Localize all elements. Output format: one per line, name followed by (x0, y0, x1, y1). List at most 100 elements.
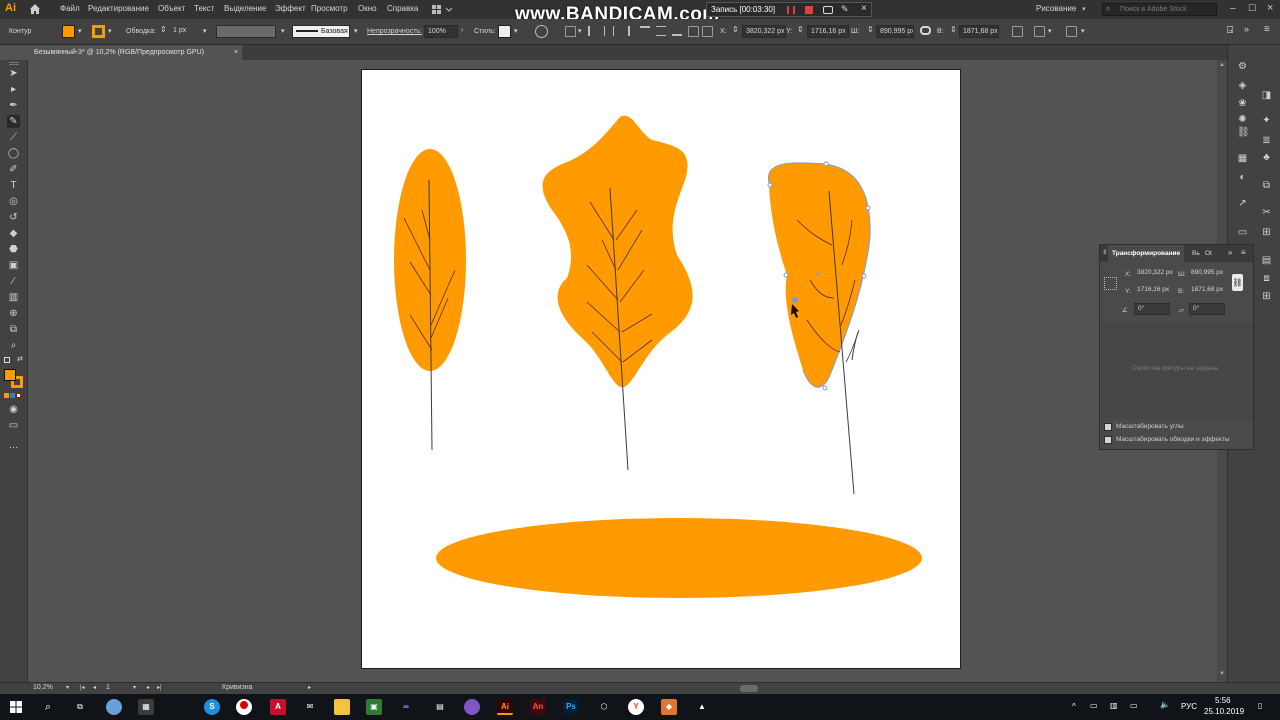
artboards-icon[interactable]: ⧉ (1261, 180, 1272, 191)
align-top-icon[interactable] (640, 26, 650, 36)
stepper-icon[interactable]: ⇕ (732, 25, 739, 34)
last-artboard-icon[interactable]: ▸| (157, 684, 162, 691)
panel-y-field[interactable]: 1716,16 px (1134, 285, 1174, 297)
align-to-icon[interactable] (565, 26, 576, 37)
first-artboard-icon[interactable]: |◂ (80, 684, 85, 691)
stroke-swatch[interactable] (92, 25, 105, 38)
rotate-angle-field[interactable]: 0° (1134, 303, 1170, 315)
constrain-proportions-icon[interactable] (920, 26, 931, 35)
scale-corners-checkbox[interactable] (1104, 423, 1112, 431)
x-position-field[interactable]: 3820,322 px (742, 25, 786, 38)
anchor-point[interactable] (823, 161, 829, 167)
chevron-down-icon[interactable]: ▾ (514, 27, 518, 35)
direct-selection-tool-icon[interactable]: ▸ (7, 83, 20, 96)
anchor-point[interactable] (767, 182, 773, 188)
image-trace-icon[interactable]: ✂ (1261, 207, 1272, 218)
transform-panel-icon[interactable]: ⊞ (1261, 291, 1272, 302)
tray-chevron-icon[interactable]: ^ (1072, 702, 1076, 711)
align-left-icon[interactable] (588, 26, 598, 36)
yandex-browser-icon[interactable]: Y (628, 699, 644, 715)
illustrator-taskbar-icon[interactable]: Ai (497, 699, 513, 715)
panel-h-field[interactable]: 1871,68 px (1188, 285, 1228, 297)
draw-mode-icon[interactable]: ◉ (7, 403, 20, 416)
transparency-icon[interactable]: ◐ (1237, 172, 1248, 183)
align-center-v-icon[interactable] (656, 26, 666, 36)
artboard[interactable] (361, 69, 961, 669)
chevron-right-icon[interactable]: › (461, 27, 463, 34)
stepper-icon[interactable]: ⇕ (867, 25, 874, 34)
rotate-tool-icon[interactable]: ↺ (7, 211, 20, 224)
gradient-mode-icon[interactable] (10, 393, 15, 398)
tray-volume-icon[interactable]: 🔈 (1160, 700, 1170, 709)
close-window-icon[interactable]: × (1267, 2, 1273, 14)
eraser-tool-icon[interactable]: ◆ (7, 227, 20, 240)
menu-object[interactable]: Объект (158, 4, 185, 13)
anchor-point[interactable] (865, 205, 871, 211)
minimize-icon[interactable]: – (1230, 3, 1236, 14)
tray-battery-icon[interactable]: ▭ (1090, 701, 1098, 710)
opacity-label[interactable]: Непрозрачность: (367, 28, 422, 35)
chevron-right-icon[interactable]: ▸ (308, 684, 311, 691)
close-tab-icon[interactable]: × (234, 45, 238, 60)
menu-file[interactable]: Файл (60, 4, 80, 13)
anchor-point[interactable] (783, 272, 789, 278)
animate-icon[interactable]: An (530, 699, 546, 715)
align-panel-icon[interactable]: ▤ (1261, 255, 1272, 266)
shape-builder-tool-icon[interactable]: ⊕ (7, 307, 20, 320)
scale-strokes-checkbox[interactable] (1104, 436, 1112, 444)
artboard-number[interactable]: 1 (106, 684, 110, 691)
arrange-icon[interactable] (1066, 26, 1077, 37)
isolate-icon[interactable] (1034, 26, 1045, 37)
gradient-icon[interactable]: ▦ (1237, 153, 1248, 164)
mail-icon[interactable]: ✉ (302, 699, 318, 715)
menu-effect[interactable]: Эффект (275, 4, 306, 13)
asset-export-icon[interactable]: ▭ (1237, 227, 1248, 238)
clock-time[interactable]: 5:56 (1215, 696, 1231, 705)
width-field[interactable]: 890,995 px (876, 25, 914, 38)
anchor-point[interactable] (861, 273, 867, 279)
opacity-field[interactable]: 100% (424, 25, 458, 38)
menu-select[interactable]: Выделение (224, 4, 266, 13)
chevron-down-icon[interactable]: ▾ (1081, 27, 1085, 35)
free-transform-tool-icon[interactable]: ▣ (7, 259, 20, 272)
chevron-down-icon[interactable]: ▾ (133, 684, 136, 691)
libraries-icon[interactable]: ◈ (1237, 80, 1248, 91)
pathfinder-icon[interactable]: ⧈ (1261, 273, 1272, 284)
stepper-icon[interactable]: ⇕ (950, 25, 957, 34)
navigator-icon[interactable]: ⊞ (1261, 227, 1272, 238)
clock-date[interactable]: 25.10.2019 (1204, 707, 1244, 716)
stepper-icon[interactable]: ⇕ (797, 25, 804, 34)
chevron-down-icon[interactable]: ▾ (108, 27, 112, 35)
paintbrush-tool-icon[interactable]: ⟋ (7, 131, 20, 144)
acrobat-icon[interactable]: A (270, 699, 286, 715)
none-mode-icon[interactable] (16, 393, 21, 398)
export-icon[interactable]: ↗ (1237, 198, 1248, 209)
pause-icon[interactable] (787, 6, 795, 14)
scroll-down-icon[interactable]: ▼ (1219, 671, 1225, 677)
zoom-tool-icon[interactable]: ⌕ (7, 339, 20, 352)
transform-icon[interactable] (1012, 26, 1023, 37)
pencil-tool-icon[interactable]: ✐ (7, 163, 20, 176)
eyedropper-tool-icon[interactable]: ⁄ (7, 275, 20, 288)
leaf-3[interactable] (767, 161, 871, 495)
tab-pathfinder[interactable]: Ot (1201, 245, 1216, 262)
properties-icon[interactable]: ⚙ (1237, 61, 1248, 72)
style-swatch[interactable] (498, 25, 511, 38)
brushes-icon[interactable]: ✺ (1237, 114, 1248, 125)
selection-tool-icon[interactable]: ➤ (7, 67, 20, 80)
image-viewer-icon[interactable]: ▲ (694, 699, 710, 715)
chrome-icon[interactable] (106, 699, 122, 715)
maximize-icon[interactable]: ☐ (1248, 3, 1256, 14)
leaf-1[interactable] (394, 149, 466, 451)
tray-network-icon[interactable]: ▥ (1110, 701, 1118, 710)
screen-mode-icon[interactable]: ▭ (7, 419, 20, 432)
graph-tool-icon[interactable]: ▥ (7, 291, 20, 304)
color-mode-icon[interactable] (4, 393, 9, 398)
leaf-2[interactable] (542, 115, 693, 471)
next-artboard-icon[interactable]: ▸ (147, 684, 150, 691)
layers-icon[interactable]: ≣ (1261, 135, 1272, 146)
chevron-down-icon[interactable]: ▾ (281, 27, 285, 35)
menu-edit[interactable]: Редактирование (88, 4, 149, 13)
reference-point-locator[interactable] (1104, 277, 1117, 290)
link-app-icon[interactable]: ∞ (398, 699, 414, 715)
